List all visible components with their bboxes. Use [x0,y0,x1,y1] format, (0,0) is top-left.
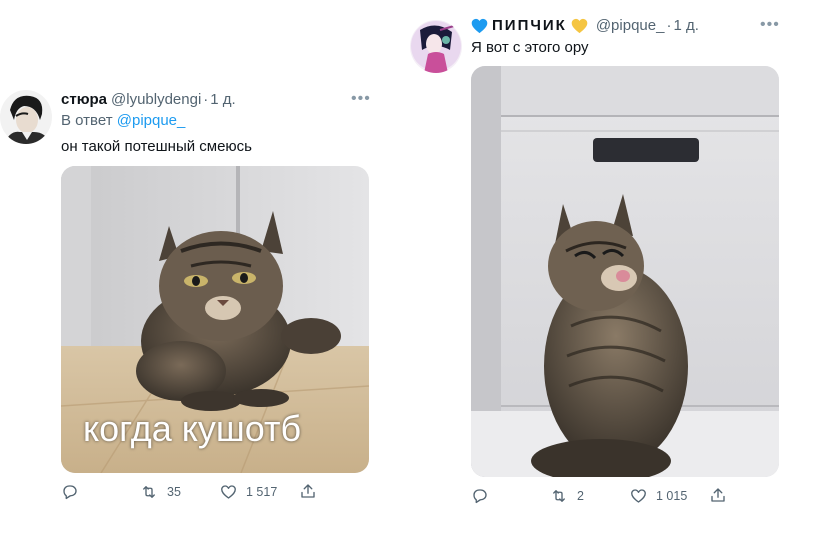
like-count: 1 015 [656,489,688,503]
tweet-left[interactable]: стюра @lyublydengi · 1 д. ••• В ответ @p… [0,0,420,535]
retweet-button[interactable]: 2 [549,487,584,505]
like-button[interactable]: 1 015 [629,487,687,505]
yellow-heart-icon [571,18,588,33]
retweet-count: 2 [577,489,584,503]
reply-context: В ответ @pipque_ [61,112,185,129]
retweet-icon [553,490,565,502]
like-count: 1 517 [246,485,278,499]
share-icon [301,484,315,498]
tweet-text: Я вот с этого ору [471,39,589,56]
tweet-header-left: стюра @lyublydengi · 1 д. [61,91,236,108]
more-options-icon[interactable]: ••• [760,17,780,33]
reply-icon [473,489,487,504]
share-button[interactable] [299,482,317,500]
user-handle[interactable]: @pipque_ [596,17,665,34]
image-caption: когда кушотб [83,408,302,449]
tweet-image[interactable] [471,66,779,477]
more-options-icon[interactable]: ••• [351,91,371,107]
timestamp[interactable]: 1 д. [210,91,235,108]
heart-icon [631,489,646,503]
timestamp[interactable]: 1 д. [673,17,698,34]
retweet-count: 35 [167,485,181,499]
reply-mention-link[interactable]: @pipque_ [117,112,186,129]
tweet-right[interactable]: ПИПЧИК @pipque_ · 1 д. ••• Я вот с этого… [410,0,840,535]
display-name[interactable]: ПИПЧИК [492,17,567,34]
heart-icon [221,485,236,499]
tweet-image[interactable]: когда кушотб [61,166,369,473]
avatar-left[interactable] [0,90,52,144]
action-bar-left: 35 1 517 [61,481,321,503]
tweet-header-right: ПИПЧИК @pipque_ · 1 д. [471,17,699,34]
share-icon [711,488,725,502]
reply-icon [63,485,77,500]
blue-heart-icon [471,18,488,33]
separator-dot: · [666,17,672,34]
avatar-right[interactable] [410,20,462,73]
display-name[interactable]: стюра [61,91,107,108]
tweet-text: он такой потешный смеюсь [61,138,253,155]
like-button[interactable]: 1 517 [219,483,277,501]
reply-button[interactable] [471,487,489,505]
share-button[interactable] [709,486,727,504]
retweet-icon [143,486,155,498]
user-handle[interactable]: @lyublydengi [111,91,201,108]
action-bar-right: 2 1 015 [471,485,731,507]
retweet-button[interactable]: 35 [139,483,181,501]
separator-dot: · [203,91,209,108]
reply-prefix: В ответ [61,112,113,129]
reply-button[interactable] [61,483,79,501]
